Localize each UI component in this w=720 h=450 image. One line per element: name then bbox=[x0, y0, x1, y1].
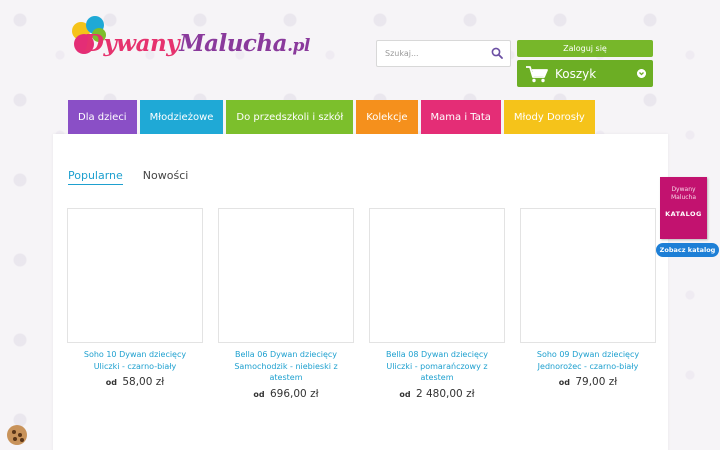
price-value: 79,00 zł bbox=[575, 376, 618, 388]
chevron-down-icon bbox=[637, 69, 646, 78]
search-input[interactable] bbox=[377, 41, 487, 66]
product-name[interactable]: Soho 10 Dywan dziecięcy Uliczki - czarno… bbox=[67, 349, 203, 372]
product-card[interactable]: Soho 10 Dywan dziecięcy Uliczki - czarno… bbox=[67, 208, 203, 400]
products-panel: Popularne Nowości Soho 10 Dywan dziecięc… bbox=[53, 134, 668, 450]
catalog-cover[interactable]: Dywany Malucha KATALOG bbox=[660, 177, 707, 239]
logo-part2: Malucha bbox=[179, 30, 288, 57]
cookie-icon[interactable] bbox=[7, 425, 27, 445]
product-image[interactable] bbox=[369, 208, 505, 343]
nav-item-dla-dzieci[interactable]: Dla dzieci bbox=[68, 100, 137, 134]
price-prefix: od bbox=[105, 378, 117, 387]
nav-item-przedszkola[interactable]: Do przedszkoli i szkół bbox=[226, 100, 354, 134]
price-value: 2 480,00 zł bbox=[415, 387, 475, 400]
price-value: 696,00 zł bbox=[270, 387, 319, 400]
tab-popularne[interactable]: Popularne bbox=[68, 169, 123, 185]
product-price: od 2 480,00 zł bbox=[369, 388, 505, 400]
price-prefix: od bbox=[558, 378, 570, 387]
cart-icon bbox=[526, 65, 548, 82]
cart-button[interactable]: Koszyk bbox=[517, 60, 653, 87]
nav-item-mlody-dorosly[interactable]: Młody Dorosły bbox=[503, 100, 595, 134]
product-card[interactable]: Soho 09 Dywan dziecięcy Jednorożec - cza… bbox=[520, 208, 656, 400]
product-image[interactable] bbox=[67, 208, 203, 343]
price-prefix: od bbox=[399, 389, 411, 399]
login-button[interactable]: Zaloguj się bbox=[517, 40, 653, 57]
nav-item-kolekcje[interactable]: Kolekcje bbox=[356, 100, 418, 134]
nav-item-mama-i-tata[interactable]: Mama i Tata bbox=[420, 100, 501, 134]
product-name[interactable]: Bella 08 Dywan dziecięcy Uliczki - pomar… bbox=[369, 349, 505, 384]
product-price: od 696,00 zł bbox=[218, 388, 354, 400]
product-name[interactable]: Soho 09 Dywan dziecięcy Jednorożec - cza… bbox=[520, 349, 656, 372]
cart-label: Koszyk bbox=[555, 66, 597, 81]
product-grid: Soho 10 Dywan dziecięcy Uliczki - czarno… bbox=[67, 208, 656, 400]
catalog-brand: Dywany Malucha bbox=[660, 177, 707, 202]
logo-text: DywanyMalucha.pl bbox=[84, 30, 310, 57]
product-card[interactable]: Bella 06 Dywan dziecięcy Samochodzik - n… bbox=[218, 208, 354, 400]
catalog-brand-line2: Malucha bbox=[670, 194, 697, 201]
product-image[interactable] bbox=[218, 208, 354, 343]
product-price: od 79,00 zł bbox=[520, 376, 656, 388]
site-logo[interactable]: DywanyMalucha.pl bbox=[70, 16, 310, 72]
product-name[interactable]: Bella 06 Dywan dziecięcy Samochodzik - n… bbox=[218, 349, 354, 384]
catalog-brand-line1: Dywany bbox=[671, 186, 696, 193]
product-price: od 58,00 zł bbox=[67, 376, 203, 388]
price-value: 58,00 zł bbox=[122, 376, 165, 388]
search-box bbox=[376, 40, 511, 67]
catalog-title: KATALOG bbox=[665, 210, 702, 218]
logo-part3: .pl bbox=[287, 36, 310, 56]
product-tabs: Popularne Nowości bbox=[68, 169, 188, 185]
main-nav: Dla dzieci Młodzieżowe Do przedszkoli i … bbox=[68, 100, 595, 134]
product-card[interactable]: Bella 08 Dywan dziecięcy Uliczki - pomar… bbox=[369, 208, 505, 400]
price-prefix: od bbox=[253, 389, 265, 399]
tab-nowosci[interactable]: Nowości bbox=[143, 169, 189, 185]
search-icon[interactable] bbox=[491, 47, 503, 59]
nav-item-mlodziezowe[interactable]: Młodzieżowe bbox=[139, 100, 224, 134]
product-image[interactable] bbox=[520, 208, 656, 343]
logo-part1: Dywany bbox=[84, 30, 180, 57]
view-catalog-button[interactable]: Zobacz katalog bbox=[656, 243, 719, 257]
